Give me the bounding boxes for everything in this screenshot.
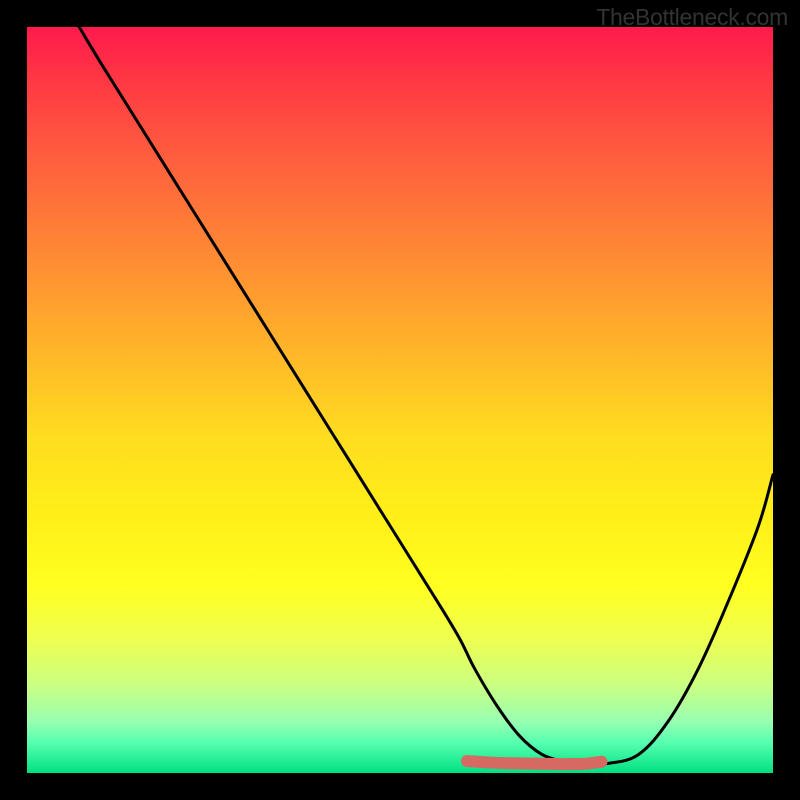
- floor-band-line: [467, 761, 601, 764]
- curve-line: [79, 27, 773, 764]
- chart-svg: [27, 27, 773, 773]
- floor-dot-right: [595, 756, 607, 768]
- floor-dot-left: [461, 755, 473, 767]
